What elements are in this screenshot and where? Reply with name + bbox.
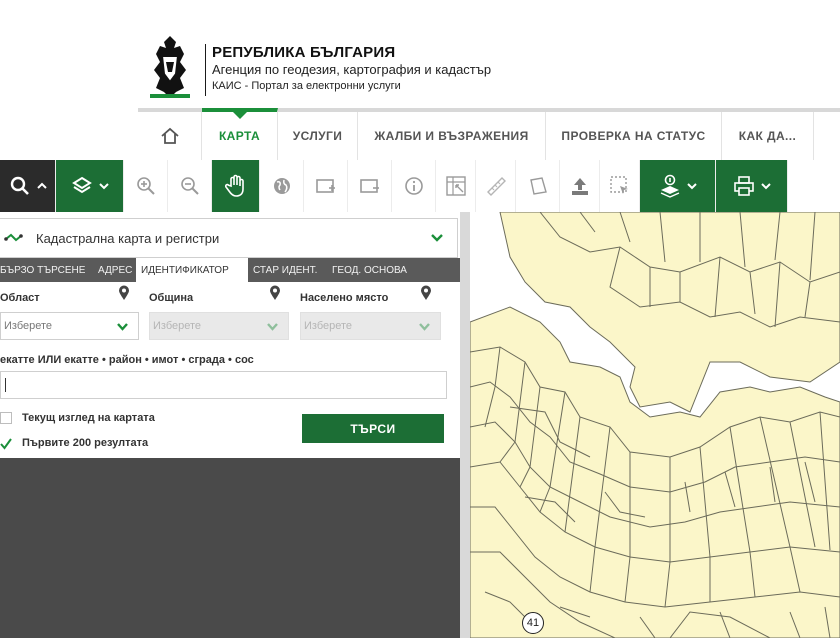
obshtina-select[interactable]: Изберете (149, 312, 289, 340)
pan-tool-button[interactable] (212, 160, 260, 212)
print-icon (733, 176, 754, 196)
logo-divider (205, 44, 206, 96)
org-title: РЕПУБЛИКА БЪЛГАРИЯ (212, 44, 396, 61)
current-view-checkbox[interactable] (0, 412, 12, 424)
layer-select-label: Кадастрална карта и регистри (36, 230, 220, 246)
zoom-out-button[interactable] (168, 160, 212, 212)
chevron-down-icon (267, 323, 278, 331)
info-icon (404, 177, 423, 195)
nav-home[interactable] (138, 112, 202, 160)
search-form: Кадастрална карта и регистри БЪРЗО ТЪРСЕ… (0, 212, 460, 458)
portal-name: КАИС - Портал за електронни услуги (212, 80, 401, 92)
polygon-icon (529, 177, 547, 195)
search-panel: Кадастрална карта и регистри БЪРЗО ТЪРСЕ… (0, 212, 460, 638)
select-area-button[interactable] (600, 160, 640, 212)
select-add-button[interactable] (304, 160, 348, 212)
table-button[interactable] (436, 160, 476, 212)
nav-item-zhalbi[interactable]: ЖАЛБИ И ВЪЗРАЖЕНИЯ (358, 112, 546, 160)
first-200-label: Първите 200 резултата (22, 437, 149, 449)
select-add-icon (315, 179, 335, 193)
search-button[interactable]: ТЪРСИ (302, 414, 444, 443)
chevron-down-icon (760, 183, 771, 190)
pan-hand-icon (224, 174, 244, 197)
current-view-label: Текущ изглед на картата (22, 412, 155, 424)
obshtina-select-value: Изберете (153, 320, 202, 332)
obshtina-label: Община (149, 292, 194, 304)
upload-button[interactable] (560, 160, 600, 212)
nav-item-proverka[interactable]: ПРОВЕРКА НА СТАТУС (546, 112, 722, 160)
cadastral-map[interactable]: 41 (460, 212, 840, 638)
tab-identifier[interactable]: ИДЕНТИФИКАТОР (136, 258, 248, 282)
zoom-in-icon (136, 177, 155, 195)
text-cursor (5, 378, 6, 392)
layer-select[interactable]: Кадастрална карта и регистри (0, 218, 458, 258)
nav-item-kak-da[interactable]: КАК ДА... (722, 112, 814, 160)
tab-address[interactable]: АДРЕС (93, 258, 136, 282)
globe-icon (273, 178, 290, 194)
info-button[interactable] (392, 160, 436, 212)
map-pin-icon[interactable] (118, 285, 130, 301)
search-tabs: БЪРЗО ТЪРСЕНЕ АДРЕС ИДЕНТИФИКАТОР СТАР И… (0, 258, 460, 282)
zoom-in-button[interactable] (124, 160, 168, 212)
table-icon (445, 176, 466, 196)
map-number-badge: 41 (522, 612, 544, 634)
select-area-icon (609, 176, 628, 194)
select-remove-button[interactable] (348, 160, 392, 212)
zoom-out-icon (180, 177, 199, 195)
chevron-down-icon (419, 323, 430, 331)
naseleno-select[interactable]: Изберете (300, 312, 441, 340)
search-tool-button[interactable] (0, 160, 56, 212)
ekatte-label: екатте ИЛИ екатте • район • имот • сград… (0, 354, 254, 366)
oblast-select[interactable]: Изберете (0, 312, 139, 340)
checkmark-icon (0, 438, 12, 450)
chevron-down-icon (117, 323, 128, 331)
map-toolbar (0, 160, 840, 212)
coat-of-arms-logo (150, 36, 190, 98)
chevron-down-icon (98, 183, 109, 190)
home-icon (160, 127, 179, 144)
org-subtitle: Агенция по геодезия, картография и кадас… (212, 62, 492, 77)
upload-icon (571, 178, 588, 195)
naseleno-select-value: Изберете (304, 320, 353, 332)
first-200-checkbox[interactable] (0, 437, 12, 450)
tab-quick-search[interactable]: БЪРЗО ТЪРСЕНЕ (0, 258, 93, 282)
parcel-layer-icon (4, 233, 23, 242)
chevron-up-icon (36, 182, 47, 189)
chevron-down-icon (686, 183, 697, 190)
download-layer-button[interactable] (640, 160, 716, 212)
chevron-down-icon (431, 234, 443, 242)
select-remove-icon (359, 179, 379, 193)
page-header: РЕПУБЛИКА БЪЛГАРИЯ Агенция по геодезия, … (0, 0, 840, 108)
tab-old-identifier[interactable]: СТАР ИДЕНТ. (248, 258, 327, 282)
oblast-label: Област (0, 292, 40, 304)
print-button[interactable] (716, 160, 788, 212)
search-icon (10, 176, 29, 195)
map-pin-icon[interactable] (420, 285, 432, 301)
tab-geodetic-base[interactable]: ГЕОД. ОСНОВА (327, 258, 415, 282)
main-nav: КАРТА УСЛУГИ ЖАЛБИ И ВЪЗРАЖЕНИЯ ПРОВЕРКА… (138, 108, 840, 160)
oblast-select-value: Изберете (4, 320, 53, 332)
layers-icon (71, 176, 92, 194)
layers-tool-button[interactable] (56, 160, 124, 212)
globe-button[interactable] (260, 160, 304, 212)
nav-item-karta[interactable]: КАРТА (202, 108, 278, 160)
nav-item-uslugi[interactable]: УСЛУГИ (278, 112, 358, 160)
measure-ruler-icon (486, 177, 506, 196)
polygon-button[interactable] (516, 160, 560, 212)
parcel-map-canvas[interactable] (470, 212, 840, 638)
ekatte-input[interactable] (0, 371, 447, 399)
download-layer-icon (660, 174, 679, 198)
naseleno-label: Населено място (300, 292, 389, 304)
measure-button[interactable] (476, 160, 516, 212)
map-pin-icon[interactable] (269, 285, 281, 301)
